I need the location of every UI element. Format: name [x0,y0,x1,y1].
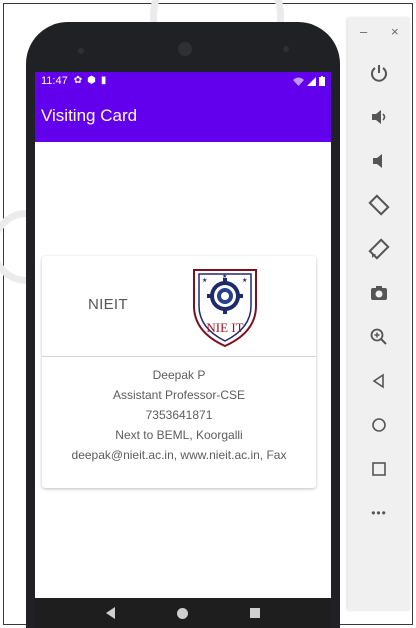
sd-card-icon: ▮ [100,75,107,86]
card-header: NIEIT ★ ★ ★ NIE IT [42,256,316,357]
battery-icon [319,76,325,86]
visiting-card: NIEIT ★ ★ ★ NIE IT Deepak P Assistant Pr… [42,256,316,488]
organization-name: NIEIT [88,296,128,313]
logo-lettering: NIE IT [206,320,243,335]
status-time: 11:47 [41,75,68,87]
nav-overview-icon[interactable] [250,608,260,618]
home-icon[interactable] [359,410,399,440]
earpiece [178,42,192,56]
rotate-right-icon[interactable] [359,234,399,264]
signal-icon [307,76,316,86]
power-icon[interactable] [359,58,399,88]
minimize-button[interactable]: – [360,24,367,39]
volume-up-icon[interactable] [359,102,399,132]
app-title: Visiting Card [41,106,138,125]
zoom-icon[interactable] [359,322,399,352]
designation: Assistant Professor-CSE [112,388,246,402]
card-details: Deepak P Assistant Professor-CSE 7353641… [42,357,316,465]
svg-text:★: ★ [202,277,207,284]
nav-home-icon[interactable] [177,607,188,619]
shield-icon: ⬢ [87,75,96,86]
wifi-icon [293,77,304,86]
svg-text:★: ★ [242,277,247,284]
sensor [283,46,289,52]
contact-info: deepak@nieit.ac.in, www.nieit.ac.in, Fax [71,448,287,462]
phone-number: 7353641871 [145,408,213,422]
phone-screen: 11:47 ✿ ⬢ ▮ Visiting Card NIEIT ★ ★ ★ NI… [35,72,331,628]
back-icon[interactable] [359,366,399,396]
nav-back-icon[interactable] [106,607,115,619]
camera-icon[interactable] [359,278,399,308]
rotate-left-icon[interactable] [359,190,399,220]
navigation-bar [35,598,331,628]
phone-device: 11:47 ✿ ⬢ ▮ Visiting Card NIEIT ★ ★ ★ NI… [26,22,340,628]
volume-down-icon[interactable] [359,146,399,176]
overview-icon[interactable] [359,454,399,484]
status-bar: 11:47 ✿ ⬢ ▮ [35,72,331,90]
nieit-logo: ★ ★ ★ NIE IT [193,269,257,348]
settings-icon: ✿ [73,75,83,86]
more-icon[interactable]: ••• [359,498,399,528]
address: Next to BEML, Koorgalli [115,428,243,442]
person-name: Deepak P [152,368,206,382]
close-button[interactable]: × [391,24,399,39]
front-camera [78,48,84,54]
app-bar: Visiting Card [35,90,331,142]
emulator-toolbar: – × ••• [348,18,410,610]
